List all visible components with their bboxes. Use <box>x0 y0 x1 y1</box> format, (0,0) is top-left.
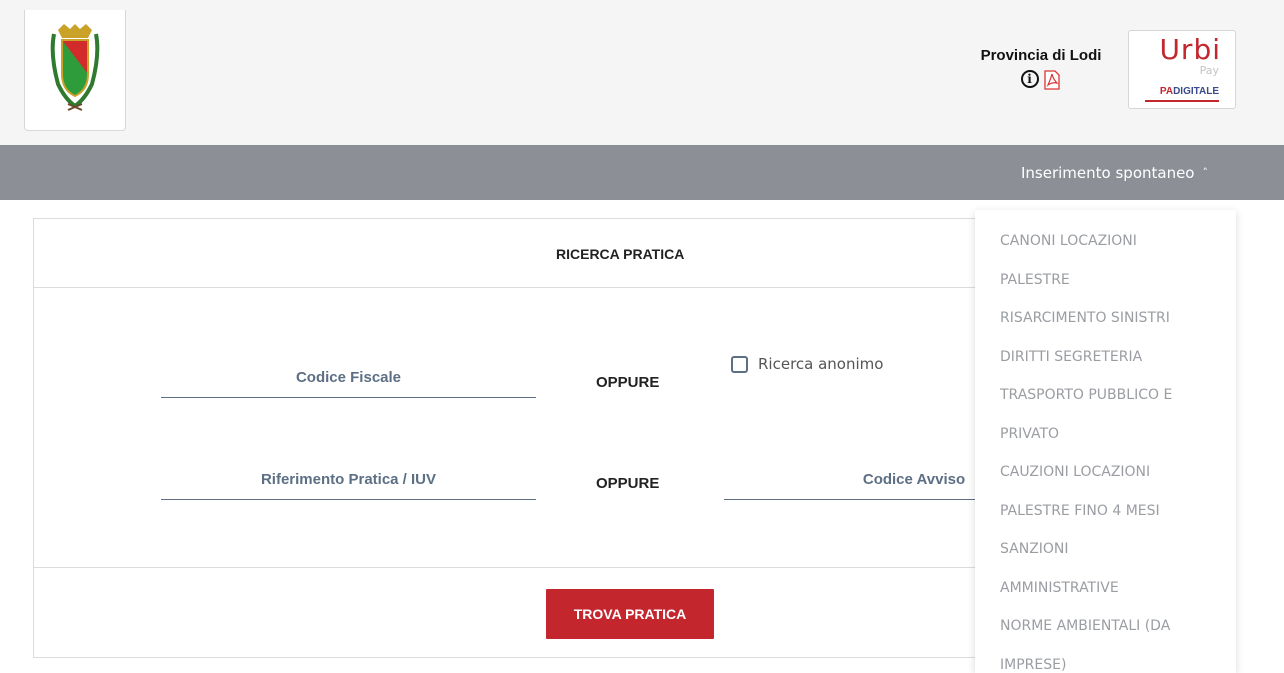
oppure-label-1: OPPURE <box>596 374 660 391</box>
oppure-label-2: OPPURE <box>596 475 660 492</box>
dropdown-item[interactable]: PRIVATO <box>975 415 1236 454</box>
riferimento-pratica-label: Riferimento Pratica / IUV <box>260 471 437 488</box>
anonimo-label: Ricerca anonimo <box>758 355 884 373</box>
padigitale-brand: PADIGITALE <box>1160 86 1219 97</box>
header: Provincia di Lodi i Urbi Pay PADIGITALE <box>0 0 1284 145</box>
coat-of-arms-icon <box>50 24 100 111</box>
inserimento-dropdown: CANONI LOCAZIONI PALESTRE RISARCIMENTO SIN… <box>975 210 1236 673</box>
dropdown-item[interactable]: DIRITTI SEGRETERIA <box>975 338 1236 377</box>
codice-fiscale-field[interactable]: Codice Fiscale <box>161 369 536 398</box>
dropdown-item[interactable]: AMMINISTRATIVE <box>975 569 1236 608</box>
card-title: RICERCA PRATICA <box>556 246 685 262</box>
pdf-icon[interactable] <box>1042 70 1062 90</box>
chevron-up-icon: ˄ <box>1202 166 1209 179</box>
urbi-brand: Urbi <box>1159 33 1221 66</box>
province-info: Provincia di Lodi i <box>966 47 1116 90</box>
dropdown-list: CANONI LOCAZIONI PALESTRE RISARCIMENTO SIN… <box>975 210 1236 673</box>
codice-fiscale-label: Codice Fiscale <box>295 369 402 386</box>
dropdown-item[interactable]: NORME AMBIENTALI (DA <box>975 607 1236 646</box>
dropdown-item[interactable]: IMPRESE) <box>975 646 1236 673</box>
anonimo-checkbox[interactable] <box>731 355 748 373</box>
nav-bar: Inserimento spontaneo ˄ <box>0 145 1284 200</box>
riferimento-pratica-field[interactable]: Riferimento Pratica / IUV <box>161 471 536 500</box>
trova-pratica-button[interactable]: TROVA PRATICA <box>546 589 714 639</box>
dropdown-item[interactable]: CANONI LOCAZIONI <box>975 222 1236 261</box>
urbi-pay-logo[interactable]: Urbi Pay PADIGITALE <box>1128 30 1236 109</box>
pa-text: PA <box>1159 86 1174 97</box>
province-logo[interactable] <box>24 10 126 131</box>
dropdown-item[interactable]: SANZIONI <box>975 530 1236 569</box>
dropdown-item[interactable]: CAUZIONI LOCAZIONI <box>975 453 1236 492</box>
dropdown-item[interactable]: RISARCIMENTO SINISTRI <box>975 299 1236 338</box>
codice-avviso-label: Codice Avviso <box>862 471 966 488</box>
menu-label: Inserimento spontaneo <box>1021 163 1195 182</box>
info-circle-icon[interactable]: i <box>1020 70 1039 88</box>
dropdown-item[interactable]: PALESTRE <box>975 261 1236 300</box>
digitale-text: DIGITALE <box>1173 86 1219 97</box>
inserimento-spontaneo-menu[interactable]: Inserimento spontaneo ˄ <box>1021 145 1208 200</box>
pay-brand: Pay <box>1199 64 1219 77</box>
province-name: Provincia di Lodi <box>980 47 1102 64</box>
anonimo-checkbox-row[interactable]: Ricerca anonimo <box>731 355 883 373</box>
dropdown-item[interactable]: TRASPORTO PUBBLICO E <box>975 376 1236 415</box>
brand-underline <box>1145 100 1219 102</box>
dropdown-item[interactable]: PALESTRE FINO 4 MESI <box>975 492 1236 531</box>
